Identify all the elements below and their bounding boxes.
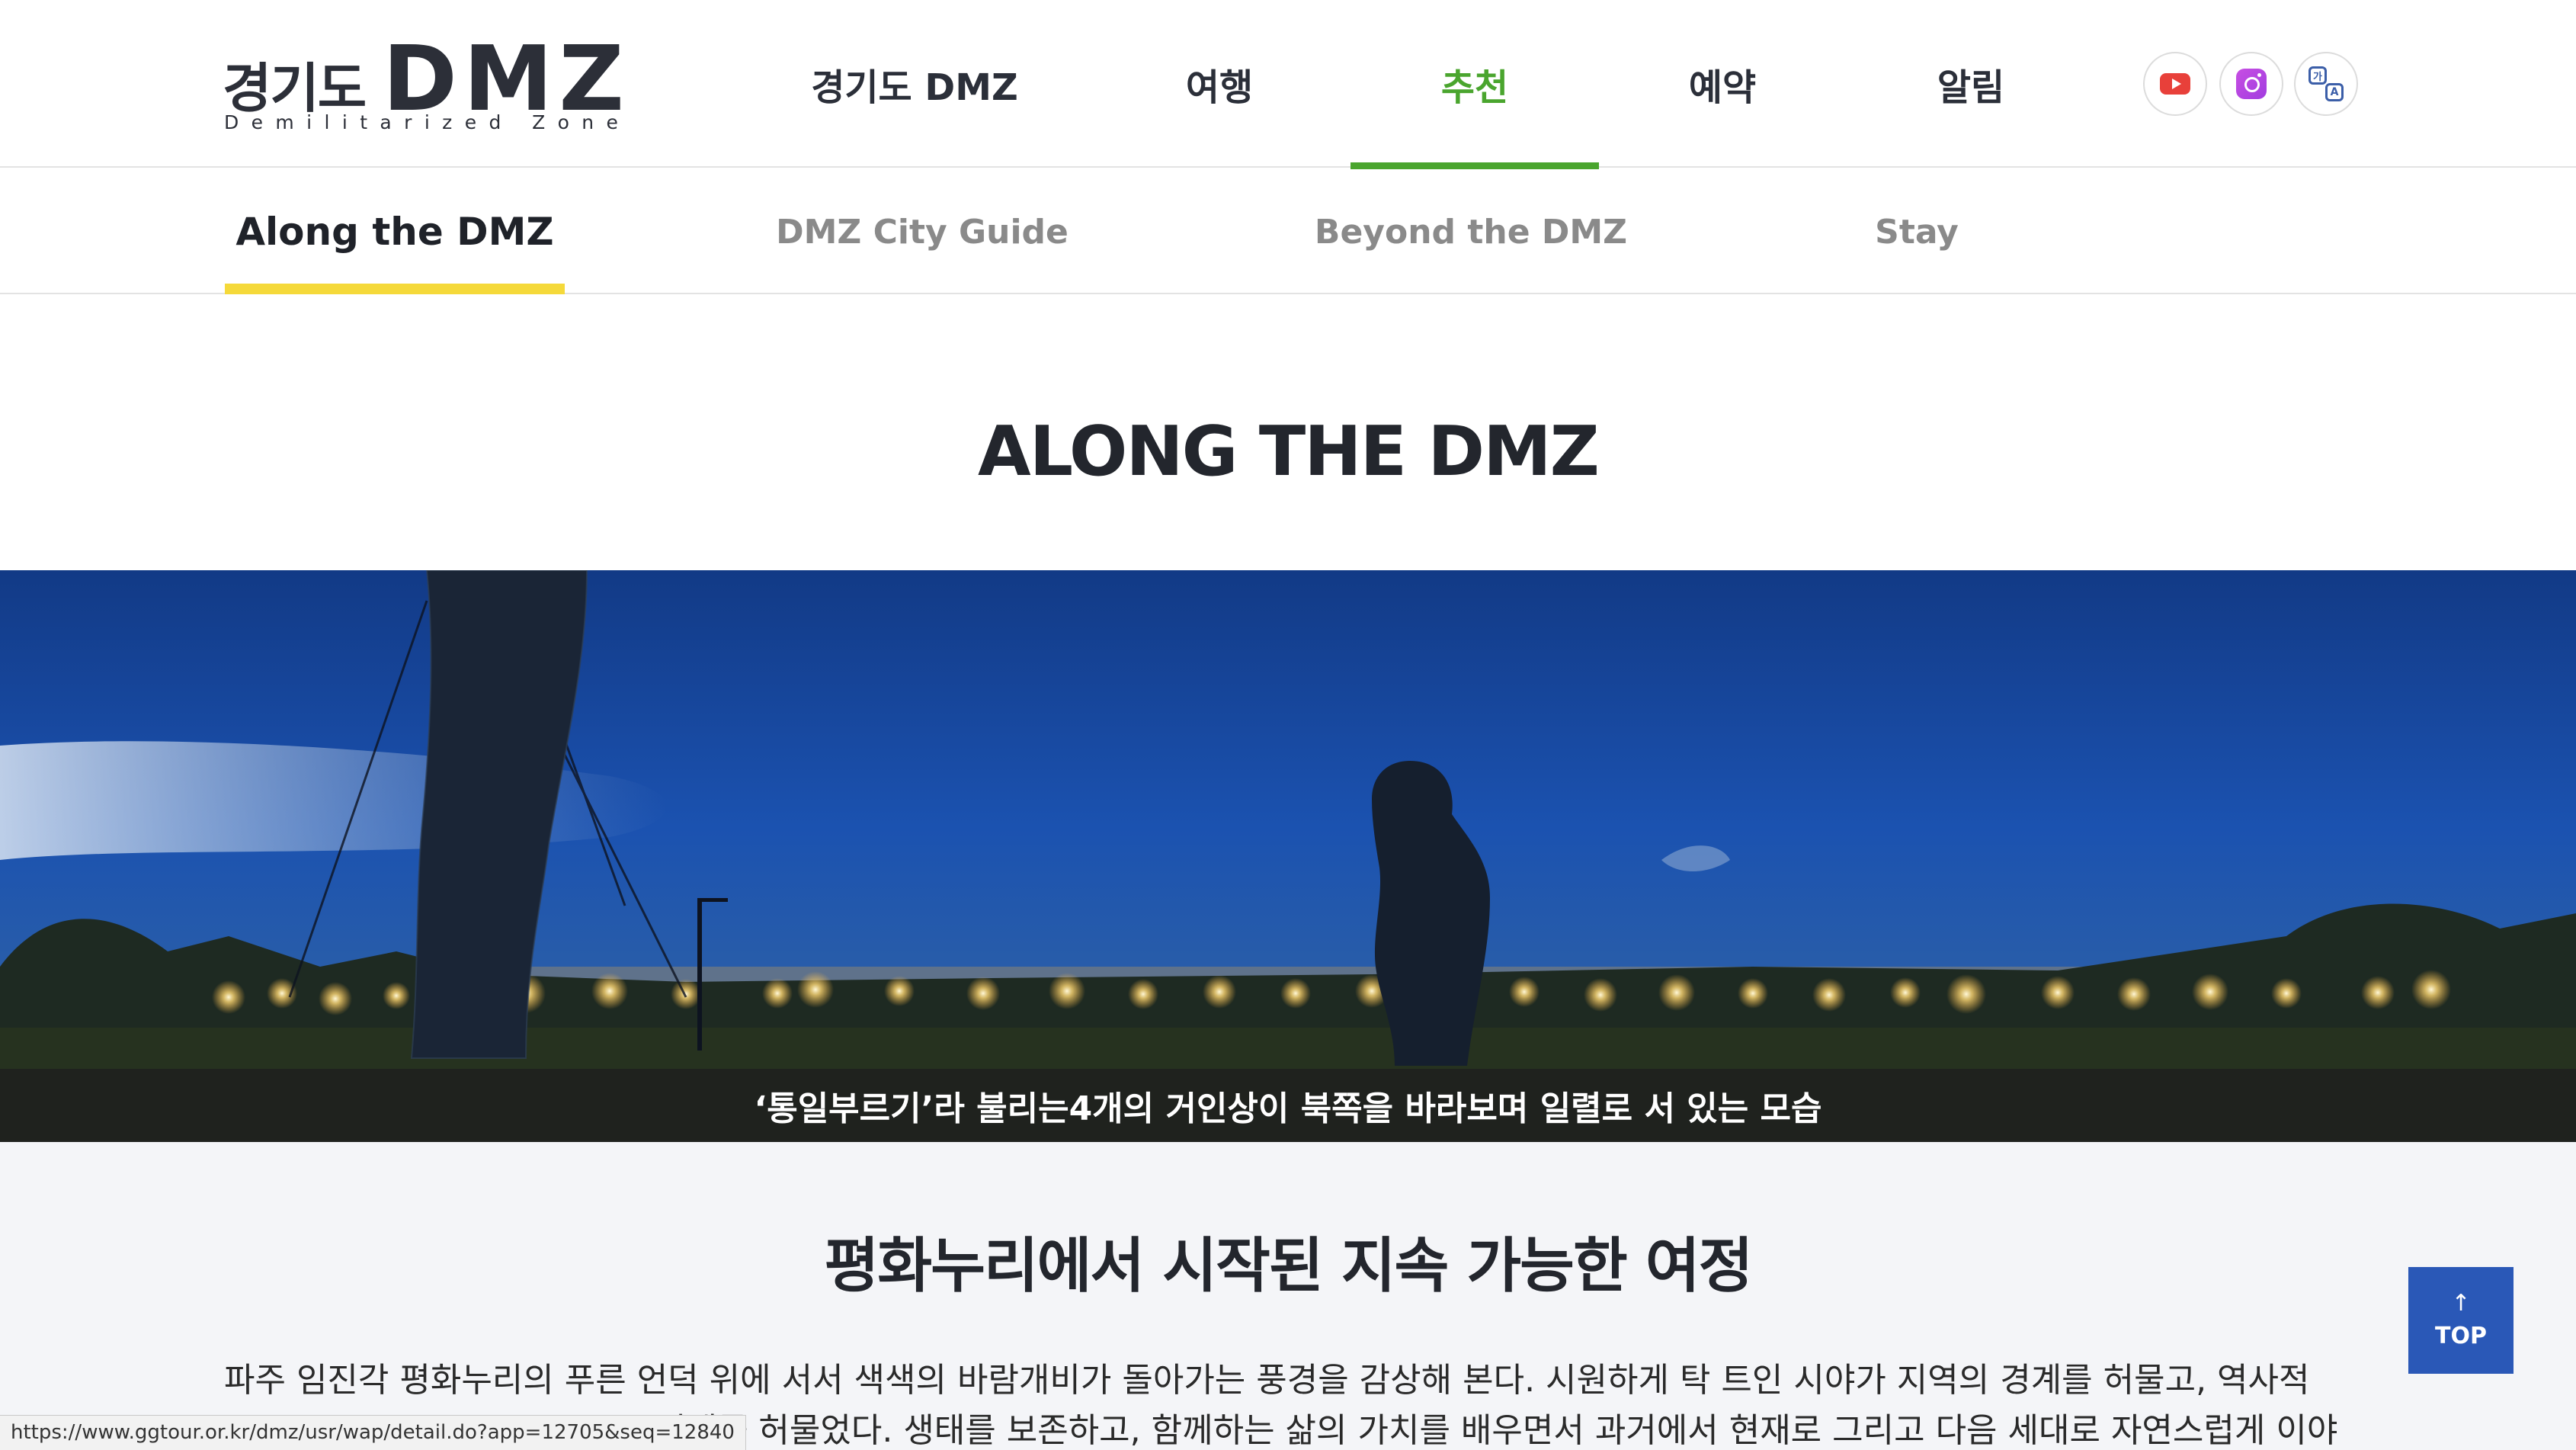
site-header: 경기도 DMZ Demilitarized Zone 경기도 DMZ 여행 추천… [0,0,2576,169]
paragraph-line: 파주 임진각 평화누리의 푸른 언덕 위에 서서 색색의 바람개비가 돌아가는 … [224,1361,2310,1400]
top-button-label: TOP [2435,1322,2487,1349]
hero-image: ‘통일부르기’라 불리는4개의 거인상이 북쪽을 바라보며 일렬로 서 있는 모… [0,570,2576,1142]
hero-caption: ‘통일부르기’라 불리는4개의 거인상이 북쪽을 바라보며 일렬로 서 있는 모… [754,1089,1822,1128]
nav-item-gyeonggi-dmz[interactable]: 경기도 DMZ [800,0,1029,168]
language-icon: 가 A [2308,66,2344,101]
tab-beyond-the-dmz[interactable]: Beyond the DMZ [1311,169,1631,294]
instagram-button[interactable] [2219,52,2283,116]
browser-status-url: https://www.ggtour.or.kr/dmz/usr/wap/det… [0,1415,746,1450]
hero-night-scene [0,570,2576,1142]
tab-along-the-dmz[interactable]: Along the DMZ [225,169,565,294]
youtube-button[interactable] [2143,52,2207,116]
youtube-icon [2160,73,2190,95]
nav-item-recommend[interactable]: 추천 [1350,0,1599,169]
logo-subtitle: Demilitarized Zone [224,111,631,133]
tab-stay[interactable]: Stay [1844,169,1989,294]
nav-item-travel[interactable]: 여행 [1113,0,1326,168]
article-content: 평화누리에서 시작된 지속 가능한 여정 파주 임진각 평화누리의 푸른 언덕 … [0,1142,2576,1450]
language-button[interactable]: 가 A [2294,52,2358,116]
tab-dmz-city-guide[interactable]: DMZ City Guide [770,169,1075,294]
scroll-top-button[interactable]: ↑ TOP [2408,1267,2514,1374]
arrow-up-icon: ↑ [2451,1289,2471,1317]
page-title: ALONG THE DMZ [978,412,1600,492]
site-logo[interactable]: 경기도 DMZ Demilitarized Zone [223,26,624,137]
nav-item-notice[interactable]: 알림 [1864,0,2078,168]
nav-item-reservation[interactable]: 예약 [1616,0,1829,168]
sub-navigation: Along the DMZ DMZ City Guide Beyond the … [0,169,2576,294]
section-title: 평화누리에서 시작된 지속 가능한 여정 [824,1232,1754,1301]
hero-caption-bar: ‘통일부르기’라 불리는4개의 거인상이 북쪽을 바라보며 일렬로 서 있는 모… [0,1069,2576,1142]
instagram-icon [2236,69,2267,99]
